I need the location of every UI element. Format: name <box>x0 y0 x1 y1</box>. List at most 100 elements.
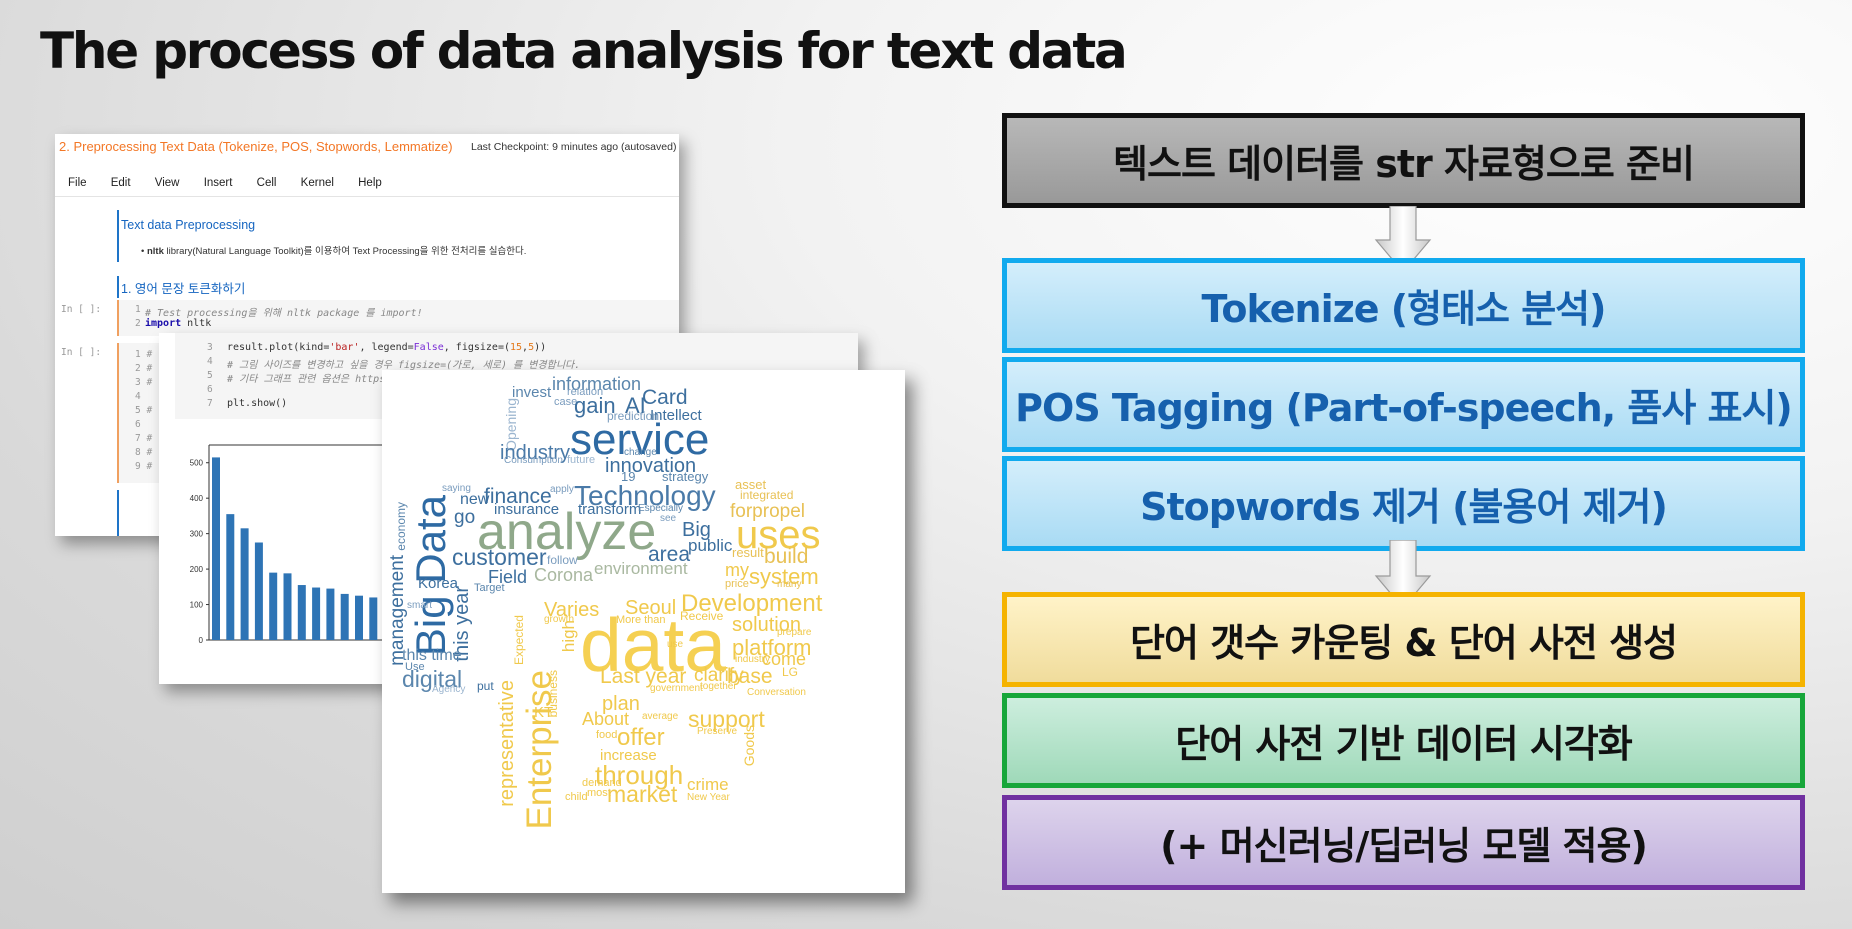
bar <box>283 573 292 640</box>
wordcloud-word: market <box>607 781 678 807</box>
markdown-bullet: • nltk library(Natural Language Toolkit)… <box>141 246 527 257</box>
code-string: 'bar' <box>329 342 360 353</box>
wordcloud-word: integrated <box>740 488 794 502</box>
wordcloud-word: customer <box>452 544 547 570</box>
code-part: , legend= <box>359 342 414 353</box>
code-part: , figsize=( <box>443 342 510 353</box>
wordcloud-word: representative <box>496 680 518 807</box>
line-number: 5 # <box>135 405 153 416</box>
line-number: 5 <box>207 370 213 381</box>
bar <box>355 595 363 640</box>
y-tick-label: 0 <box>199 636 204 645</box>
menu-edit[interactable]: Edit <box>111 177 131 189</box>
notebook-name[interactable]: 2. Preprocessing Text Data (Tokenize, PO… <box>59 139 453 154</box>
step-label: Tokenize (형태소 분석) <box>1201 287 1607 331</box>
wordcloud-word: public <box>688 536 733 555</box>
wordcloud-word: result <box>732 545 764 560</box>
wordcloud-word: child <box>565 791 588 803</box>
y-tick-label: 500 <box>190 459 204 468</box>
markdown-heading-1: Text data Preprocessing <box>121 218 256 232</box>
line-number: 3 <box>207 342 213 353</box>
menu-kernel[interactable]: Kernel <box>301 177 334 189</box>
plot-show: plt.show() <box>227 398 288 409</box>
wordcloud-word: Preserve <box>697 726 738 737</box>
cell-prompt-2: In [ ]: <box>61 347 102 358</box>
wordcloud-word: New Year <box>687 792 730 803</box>
wordcloud-word: put <box>477 679 494 693</box>
wordcloud-word: Corona <box>534 565 594 585</box>
code-import: import nltk <box>145 318 211 329</box>
wordcloud-word: Target <box>474 582 505 594</box>
step-label: 텍스트 데이터를 str 자료형으로 준비 <box>1113 142 1695 186</box>
y-tick-label: 200 <box>190 565 204 574</box>
wordcloud-word: high <box>559 620 578 653</box>
wordcloud-word: go <box>454 507 476 528</box>
notebook-menubar: File Edit View Insert Cell Kernel Help <box>68 177 403 189</box>
y-tick-label: 100 <box>190 601 204 610</box>
line-number: 6 <box>135 419 141 430</box>
line-number: 7 # <box>135 433 153 444</box>
bar <box>254 542 263 640</box>
notebook-header: 2. Preprocessing Text Data (Tokenize, PO… <box>55 134 679 160</box>
wordcloud-word: many <box>777 579 802 590</box>
line-number: 1 <box>135 304 141 315</box>
bar <box>369 597 378 640</box>
line-number: 4 <box>135 391 141 402</box>
wordcloud-word: price <box>725 578 749 590</box>
wordcloud-word: use <box>667 639 684 650</box>
code-comment: # 그림 사이즈를 변경하고 싶을 경우 figsize=(가로, 세로) 를 … <box>227 360 581 371</box>
bullet-bold: nltk <box>146 246 164 257</box>
bar <box>340 593 349 640</box>
wordcloud-word: average <box>642 711 679 722</box>
line-number: 1 # <box>135 349 153 360</box>
wordcloud-word: apply <box>550 484 574 495</box>
code-comment: # Test processing을 위해 nltk package 를 imp… <box>145 308 423 319</box>
code-comment: # 기타 그래프 관련 옵션은 https:// <box>227 374 404 385</box>
step-label: 단어 갯수 카운팅 & 단어 사전 생성 <box>1130 621 1678 665</box>
wordcloud-word: Expected <box>512 615 526 666</box>
step-pos-tagging: POS Tagging (Part-of-speech, 품사 표시) <box>1002 357 1805 452</box>
line-number: 9 # <box>135 461 153 472</box>
import-module: nltk <box>181 318 212 329</box>
wordcloud-word: see <box>660 513 677 524</box>
step-word-count-dictionary: 단어 갯수 카운팅 & 단어 사전 생성 <box>1002 592 1805 687</box>
line-number: 2 # <box>135 363 153 374</box>
step-ml-dl-model: (+ 머신러닝/딥러닝 모델 적용) <box>1002 795 1805 890</box>
wordcloud-word: crime <box>687 775 729 794</box>
line-number: 2 <box>135 318 141 329</box>
step-label: (+ 머신러닝/딥러닝 모델 적용) <box>1160 824 1648 868</box>
wordcloud-word: future <box>567 454 596 466</box>
wordcloud-word: KT <box>534 704 554 721</box>
menu-help[interactable]: Help <box>358 177 382 189</box>
wordcloud-word: my <box>725 560 749 580</box>
bar <box>212 457 220 640</box>
wordcloud-word: Card <box>642 386 688 409</box>
cell-cursor <box>117 490 119 536</box>
markdown-heading-2: 1. 영어 문장 토큰화하기 <box>121 282 246 296</box>
line-number: 3 # <box>135 377 153 388</box>
step-prepare-str-data: 텍스트 데이터를 str 자료형으로 준비 <box>1002 113 1805 208</box>
wordcloud-word: smart <box>407 600 432 611</box>
wordcloud-word: food <box>596 729 618 741</box>
code-cell-1[interactable]: 1 2 # Test processing을 위해 nltk package 를… <box>117 300 679 336</box>
menu-file[interactable]: File <box>68 177 87 189</box>
wordcloud-word: Agency <box>432 684 466 695</box>
bar <box>326 588 335 640</box>
bullet-text: library(Natural Language Toolkit)를 이용하여 … <box>163 246 527 257</box>
wordcloud-word: Conversation <box>747 687 806 698</box>
y-tick-label: 400 <box>190 494 204 503</box>
code-part: )) <box>534 342 547 353</box>
step-tokenize: Tokenize (형태소 분석) <box>1002 258 1805 353</box>
menu-view[interactable]: View <box>155 177 180 189</box>
import-keyword: import <box>145 318 182 329</box>
step-stopwords: Stopwords 제거 (불용어 제거) <box>1002 456 1805 551</box>
menu-divider <box>55 196 679 197</box>
line-number: 7 <box>207 398 213 409</box>
wordcloud-word: together <box>700 681 737 692</box>
cell-selection-bar <box>117 210 119 262</box>
line-number: 8 # <box>135 447 153 458</box>
menu-cell[interactable]: Cell <box>257 177 277 189</box>
bar <box>226 514 235 640</box>
menu-insert[interactable]: Insert <box>204 177 233 189</box>
code-part: result.plot(kind= <box>227 342 330 353</box>
